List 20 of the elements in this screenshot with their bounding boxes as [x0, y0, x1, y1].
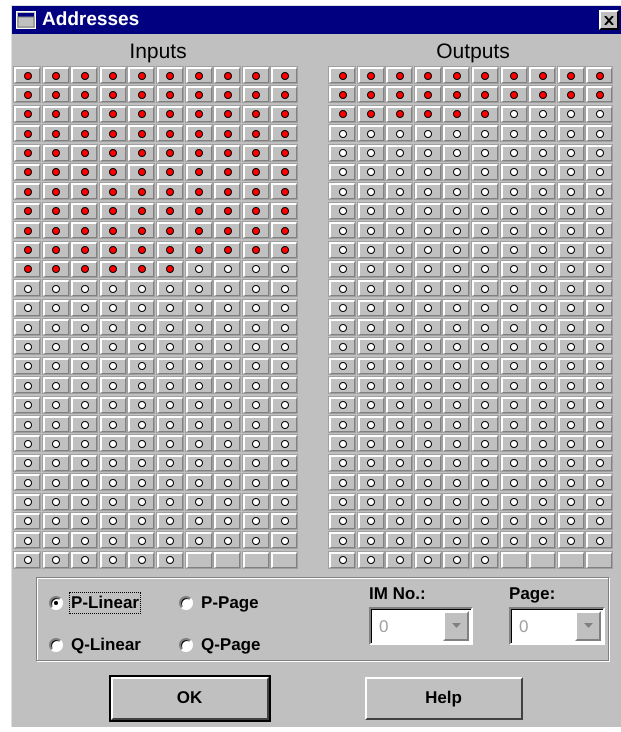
radio-label[interactable]: P-Page [199, 592, 261, 614]
close-button[interactable] [599, 10, 619, 30]
close-icon [604, 16, 614, 24]
window-icon[interactable] [16, 11, 36, 29]
field-label: Page: [509, 584, 556, 604]
dialog-button[interactable]: OK [110, 676, 268, 720]
radio-label[interactable]: P-Linear [69, 592, 142, 614]
field-label: IM No.: [369, 584, 427, 604]
radio-label[interactable]: Q-Page [199, 634, 263, 656]
panel-heading: Inputs [129, 39, 187, 65]
radio-button[interactable] [179, 638, 193, 652]
window-title: Addresses [42, 9, 140, 31]
radio-button[interactable] [49, 638, 63, 652]
radio-button[interactable] [179, 596, 193, 610]
dropdown-arrow-icon [452, 623, 460, 628]
dropdown-arrow-icon [584, 623, 592, 628]
panel-heading: Outputs [436, 39, 510, 65]
dialog-button[interactable]: Help [364, 676, 522, 720]
radio-button[interactable] [49, 596, 63, 610]
radio-label[interactable]: Q-Linear [69, 634, 143, 656]
